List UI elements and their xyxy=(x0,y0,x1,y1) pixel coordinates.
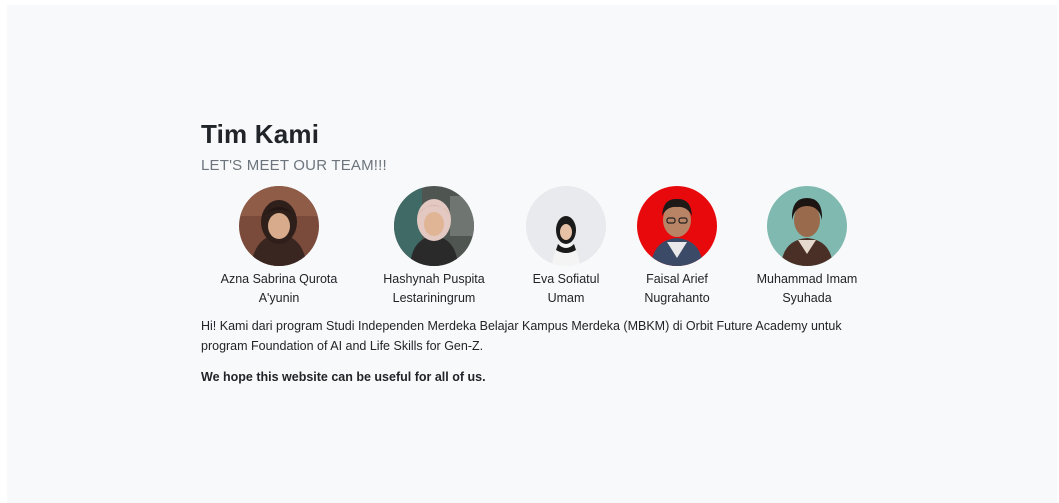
team-member-faisal: Faisal Arief Nugrahanto xyxy=(612,186,742,308)
avatar-faisal xyxy=(637,186,717,266)
team-section: Tim Kami LET'S MEET OUR TEAM!!! Azna Sab… xyxy=(201,118,881,386)
section-title: Tim Kami xyxy=(201,119,320,149)
page-background: Tim Kami LET'S MEET OUR TEAM!!! Azna Sab… xyxy=(7,5,1057,503)
avatar-muhammad xyxy=(767,186,847,266)
member-name: Azna Sabrina Qurota A'yunin xyxy=(220,272,338,305)
member-name: Muhammad Imam Syuhada xyxy=(756,272,858,305)
member-name: Faisal Arief Nugrahanto xyxy=(644,272,710,305)
avatar-eva xyxy=(526,186,606,266)
team-description: Hi! Kami dari program Studi Independen M… xyxy=(201,319,842,353)
closing-statement: We hope this website can be useful for a… xyxy=(201,370,486,384)
team-member-hashynah: Hashynah Puspita Lestariningrum xyxy=(369,186,499,308)
avatar-azna xyxy=(239,186,319,266)
team-member-muhammad: Muhammad Imam Syuhada xyxy=(742,186,872,308)
section-subtitle: LET'S MEET OUR TEAM!!! xyxy=(201,157,387,174)
member-name: Hashynah Puspita Lestariningrum xyxy=(383,272,485,305)
team-member-azna: Azna Sabrina Qurota A'yunin xyxy=(214,186,344,308)
avatar-hashynah xyxy=(394,186,474,266)
team-members: Azna Sabrina Qurota A'yunin Hashynah Pus… xyxy=(201,186,881,306)
